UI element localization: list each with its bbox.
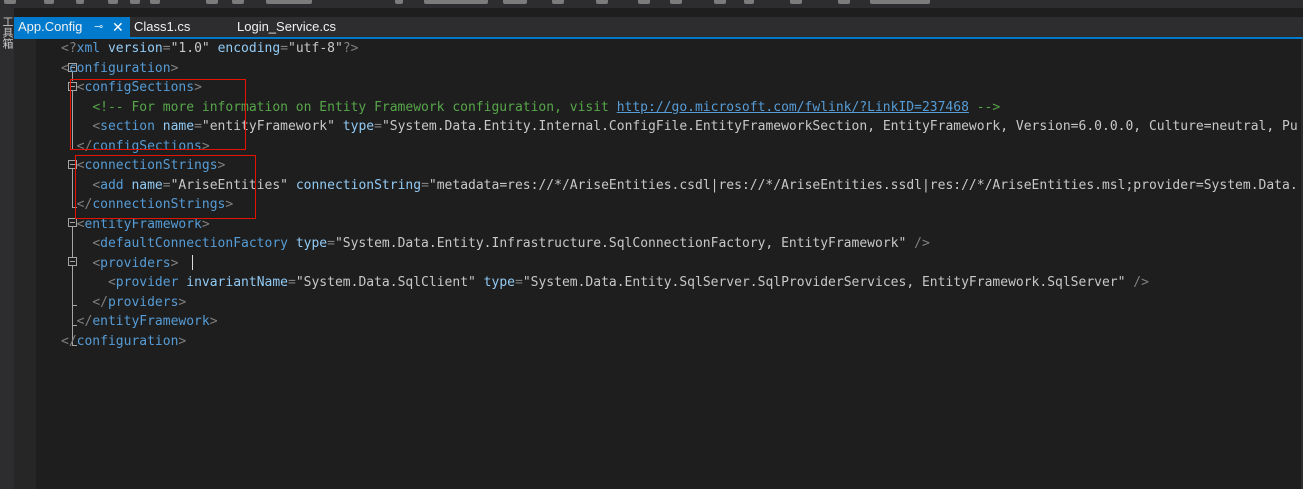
config-dropdown[interactable] xyxy=(266,0,312,4)
code-line: </providers> xyxy=(92,294,187,310)
bookmark-icon[interactable] xyxy=(838,0,850,4)
code-line: </configuration> xyxy=(61,333,187,349)
toolbar-icon-4[interactable] xyxy=(670,0,682,4)
toolbar-icon-2[interactable] xyxy=(596,0,608,4)
highlight-box-configsections xyxy=(70,79,246,150)
undo-icon[interactable] xyxy=(206,0,218,4)
forward-icon[interactable] xyxy=(44,0,54,4)
document-tab-bar: App.Config ⊸ ✕ Class1.cs Login_Service.c… xyxy=(14,17,1303,37)
code-line: <section name="entityFramework" type="Sy… xyxy=(92,119,1298,134)
tab-class1[interactable]: Class1.cs xyxy=(130,17,234,37)
indicator-margin xyxy=(14,39,36,489)
code-area[interactable]: <?xml version="1.0" encoding="utf-8"?> <… xyxy=(61,39,1301,489)
save-icon[interactable] xyxy=(130,0,140,4)
code-line: <providers> xyxy=(92,255,179,271)
redo-icon[interactable] xyxy=(232,0,244,4)
toolbar-icon-5[interactable] xyxy=(714,0,726,4)
highlight-box-connectionstrings xyxy=(75,155,256,219)
tab-login-service[interactable]: Login_Service.cs xyxy=(233,17,363,37)
toolbar xyxy=(0,0,1303,8)
code-line: <?xml version="1.0" encoding="utf-8"?> xyxy=(61,41,359,56)
code-line: </entityFramework> xyxy=(76,314,218,329)
tab-app-config[interactable]: App.Config ⊸ ✕ xyxy=(14,17,130,37)
new-file-icon[interactable] xyxy=(76,0,84,4)
save-all-icon[interactable] xyxy=(150,0,160,4)
toolbar-icon-7[interactable] xyxy=(790,0,802,4)
fwlink-hyperlink[interactable]: http://go.microsoft.com/fwlink/?LinkID=2… xyxy=(617,100,969,115)
code-line: <provider invariantName="System.Data.Sql… xyxy=(107,275,1149,290)
platform-icon[interactable] xyxy=(395,0,403,4)
start-debug-button[interactable] xyxy=(503,0,527,4)
toolbar-icon-1[interactable] xyxy=(552,0,564,4)
platform-dropdown[interactable] xyxy=(424,0,488,4)
code-editor[interactable]: <?xml version="1.0" encoding="utf-8"?> <… xyxy=(14,39,1303,489)
pin-icon[interactable]: ⊸ xyxy=(94,17,103,37)
toolbox-label[interactable]: 工具箱 xyxy=(1,16,14,49)
outlining-gutter xyxy=(36,39,77,489)
toolbar-icon-6[interactable] xyxy=(744,0,754,4)
text-caret xyxy=(192,255,193,270)
code-line: <defaultConnectionFactory type="System.D… xyxy=(92,236,930,251)
back-icon[interactable] xyxy=(4,0,16,4)
bookmark-nav-icons[interactable] xyxy=(870,0,930,4)
tab-label: Login_Service.cs xyxy=(237,19,336,34)
open-file-icon[interactable] xyxy=(108,0,118,4)
tab-label: Class1.cs xyxy=(134,19,191,34)
toolbar-icon-3[interactable] xyxy=(638,0,650,4)
code-line: <configuration> xyxy=(61,60,179,76)
close-icon[interactable]: ✕ xyxy=(112,17,124,37)
tab-label: App.Config xyxy=(18,19,83,34)
toolbox-side-panel[interactable]: 工具箱 xyxy=(0,8,14,489)
